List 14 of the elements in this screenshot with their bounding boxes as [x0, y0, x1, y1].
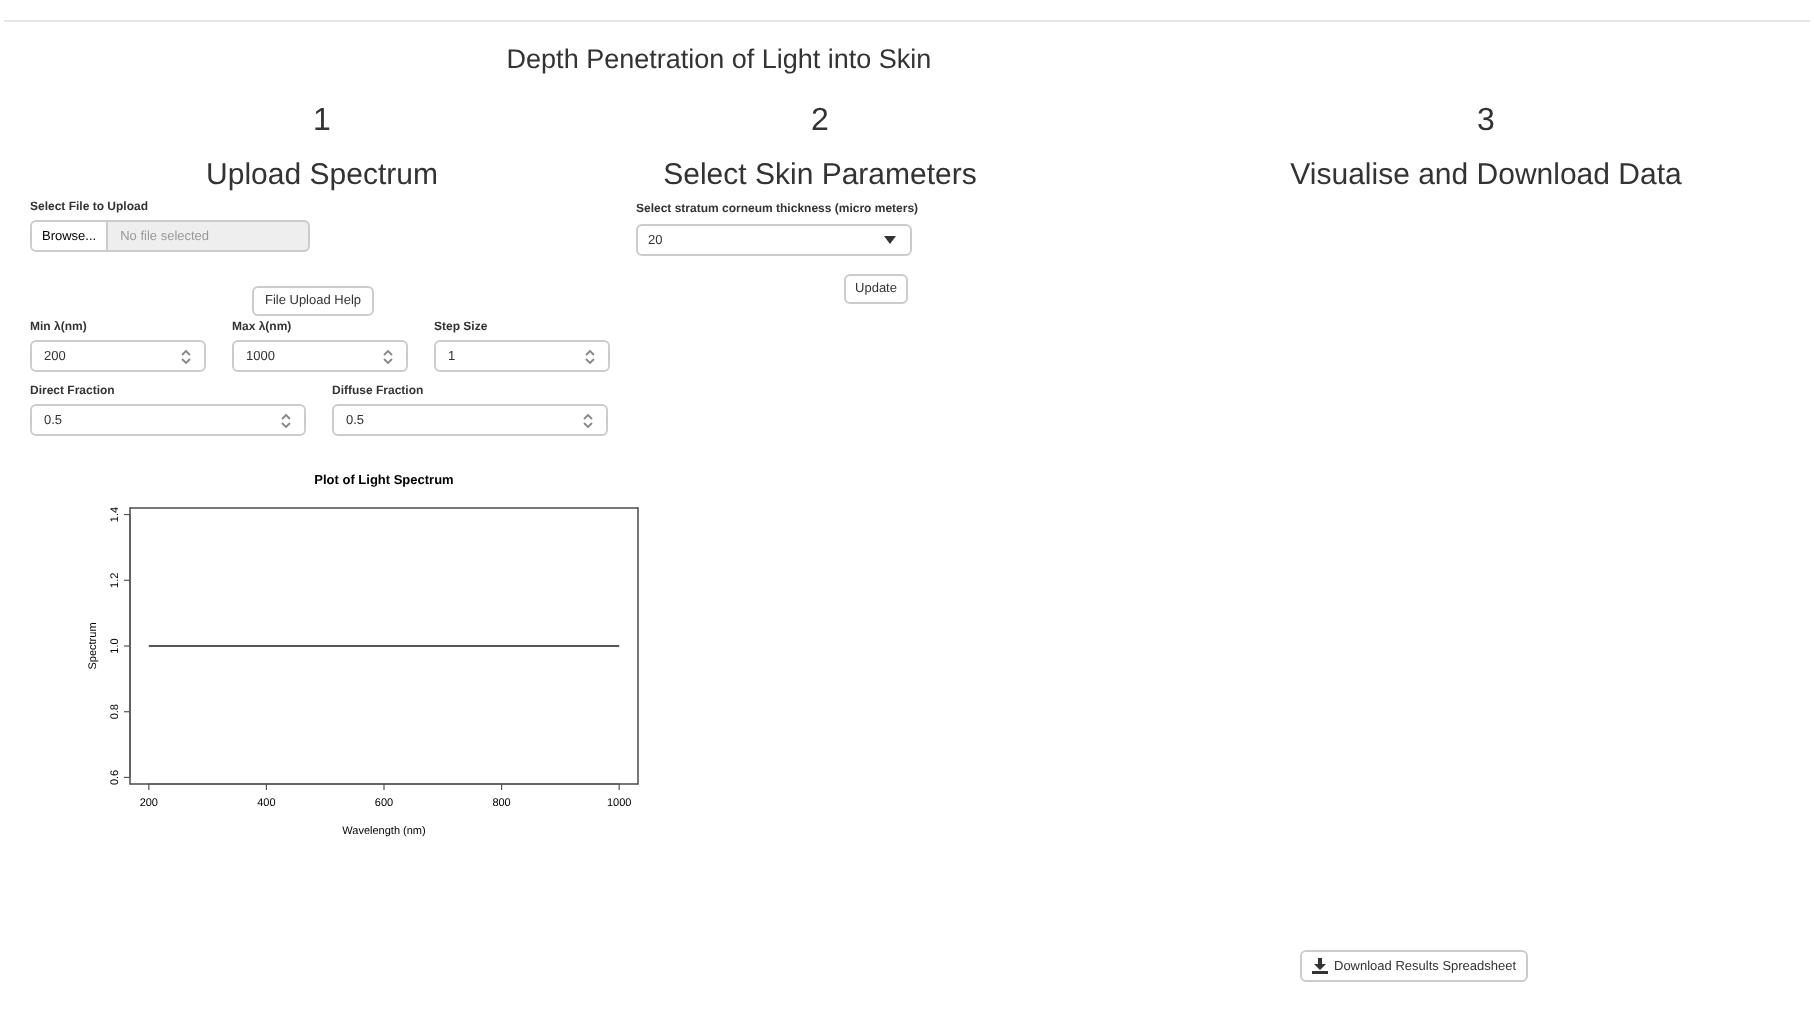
spinner-icon: [280, 411, 292, 429]
spinner-icon: [584, 347, 596, 365]
spinner-icon: [180, 347, 192, 365]
spinner-icon: [582, 411, 594, 429]
caret-icon: [884, 236, 896, 244]
step-number: 3: [1475, 104, 1497, 140]
section-heading: Select Skin Parameters: [661, 158, 979, 192]
section-heading: Visualise and Download Data: [1288, 158, 1684, 192]
spinner-icon: [382, 347, 394, 365]
page-title: Depth Penetration of Light into Skin: [504, 44, 934, 74]
section-heading: Upload Spectrum: [204, 158, 440, 192]
step-number: 2: [809, 104, 831, 140]
step-number: 1: [311, 104, 333, 140]
download-icon: [1312, 958, 1328, 974]
